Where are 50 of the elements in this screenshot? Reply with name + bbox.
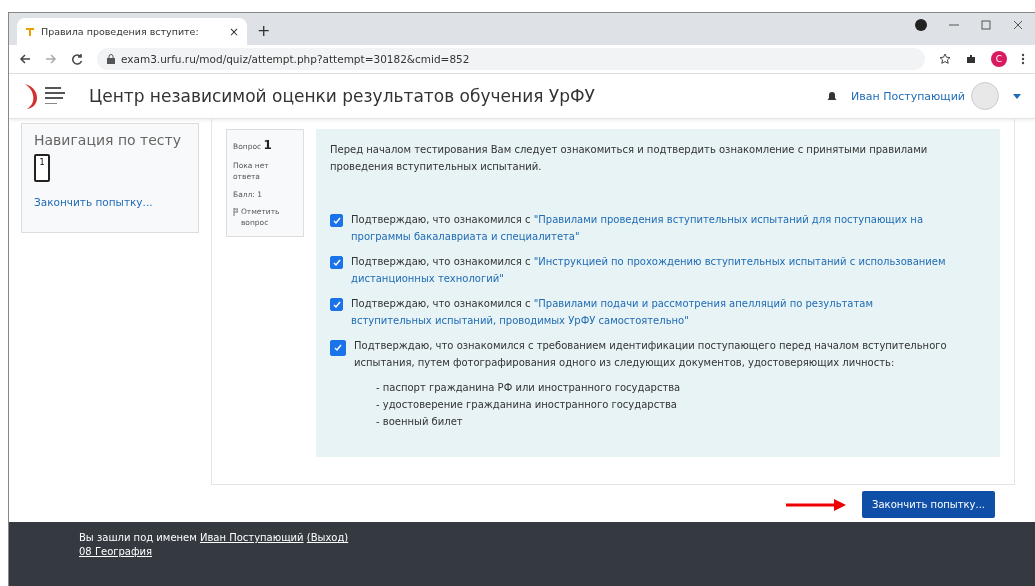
menu-icon[interactable] [1021, 53, 1025, 65]
new-tab-button[interactable]: + [257, 21, 271, 40]
document-item: - удостоверение гражданина иностранного государства [376, 398, 678, 412]
rules-link[interactable]: "Правилами подачи и рассмотрения апелляций по результатам [533, 298, 873, 309]
rules-link[interactable]: вступительных испытаний, проводимых УрФУ самостоятельно" [351, 315, 689, 326]
reload-icon[interactable] [71, 53, 83, 65]
finish-attempt-button[interactable]: Закончить попытку... [862, 491, 995, 518]
checkmark-icon [332, 216, 341, 225]
finish-attempt-link[interactable]: Закончить попытку... [34, 196, 186, 208]
checkbox[interactable] [330, 340, 346, 356]
checkbox[interactable] [330, 214, 343, 227]
browser-tab[interactable]: Правила проведения вступите: × [17, 18, 247, 45]
document-item: - военный билет [376, 415, 464, 429]
confirmation-text: Подтверждаю, что ознакомился с "Инструкцией по прохождению вступительных испытаний с использованием дистанционных технологий" [351, 255, 946, 286]
profile-avatar[interactable]: C [991, 51, 1007, 67]
logged-in-text: Вы зашли под именем Иван Поступающий (Выход) [79, 532, 350, 543]
close-icon[interactable] [1013, 20, 1023, 30]
confirmation-text: Подтверждаю, что ознакомился с "Правилами проведения вступительных испытаний для поступающих на программы бакалавриата и специалитета" [351, 213, 923, 244]
checkbox[interactable] [330, 256, 343, 269]
confirmation-text: Подтверждаю, что ознакомился с требованием идентификации поступающего перед началом вступительного испытания, путем фотографирования одного из следующих документов, удостоверяющих личность: [354, 339, 948, 370]
checkmark-icon [334, 344, 342, 352]
back-arrow-icon[interactable] [19, 53, 31, 65]
rules-link[interactable]: "Правилами проведения вступительных испытаний для поступающих на [533, 214, 923, 225]
tab-title: Правила проведения вступите: [41, 26, 200, 37]
user-link[interactable]: Иван Поступающий [199, 532, 304, 543]
tab-close-button[interactable]: × [228, 24, 239, 39]
logout-link[interactable]: (Выход) [306, 532, 349, 543]
document-item: - паспорт гражданина РФ или иностранного государства [376, 381, 682, 395]
user-name-link[interactable]: Иван Поступающий [851, 89, 965, 103]
question-button[interactable]: 1 [34, 154, 50, 182]
checkmark-icon [332, 300, 341, 309]
lock-icon [107, 54, 115, 64]
navigation-title: Навигация по тесту [34, 132, 182, 148]
arrow-icon [786, 498, 847, 511]
course-link[interactable]: 08 География [79, 546, 153, 557]
star-icon[interactable] [939, 53, 951, 65]
site-icon [25, 26, 35, 37]
flag-icon[interactable] [233, 207, 238, 216]
caret-icon[interactable] [1013, 93, 1021, 99]
confirmation-text: Подтверждаю, что ознакомился с "Правилами подачи и рассмотрения апелляций по результатам вступительных испытаний, проводимых УрФУ самостоятельно" [351, 297, 873, 328]
rules-link[interactable]: "Инструкцией по прохождению вступительных испытаний с использованием [533, 256, 946, 267]
checkmark-icon [332, 258, 341, 267]
maximize-icon[interactable] [981, 20, 991, 30]
rules-link[interactable]: дистанционных технологий" [351, 273, 504, 284]
rules-link[interactable]: программы бакалавриата и специалитета" [351, 231, 580, 242]
address-field[interactable]: exam3.urfu.ru/mod/quiz/attempt.php?attempt=30182&cmid=852 [97, 48, 925, 70]
site-title: Центр независимой оценки результатов обучения УрФУ [89, 86, 595, 106]
bell-icon[interactable] [827, 90, 838, 102]
intro-text: Перед началом тестирования Вам следует ознакомиться и подтвердить ознакомление с принятыми правилами проведения вступительных испытаний. [330, 143, 929, 174]
checkbox[interactable] [330, 298, 343, 311]
